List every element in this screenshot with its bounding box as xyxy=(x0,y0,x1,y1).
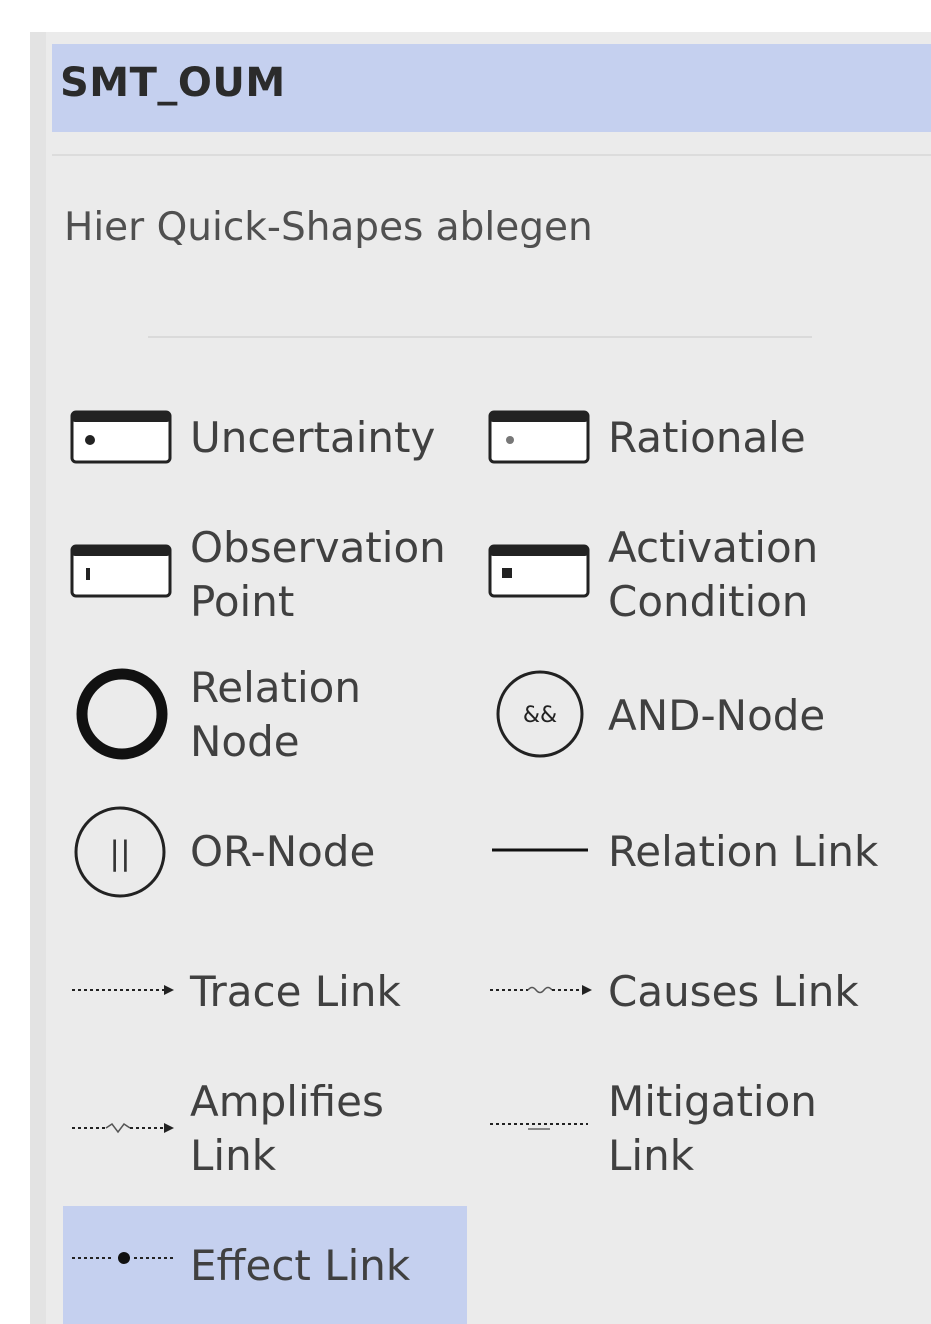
shape-rationale[interactable]: Rationale xyxy=(486,400,906,480)
dotted-wavy-arrow-icon xyxy=(490,985,592,995)
rationale-card-icon xyxy=(488,410,590,464)
shape-uncertainty[interactable]: Uncertainty xyxy=(66,400,466,480)
or-node-circle-icon: || xyxy=(74,806,166,898)
quick-shapes-drop-hint: Hier Quick-Shapes ablegen xyxy=(64,205,593,250)
shape-amplifies-link[interactable]: Amplifies Link xyxy=(66,1074,466,1184)
shape-label: Amplifies xyxy=(190,1077,384,1126)
shape-and-node[interactable]: && AND-Node xyxy=(486,660,906,770)
shape-label-line2: Link xyxy=(190,1131,277,1180)
shape-label: OR-Node xyxy=(190,827,376,876)
relation-node-circle-icon xyxy=(76,668,168,760)
dotted-mitigation-line-icon xyxy=(490,1123,588,1130)
observation-point-card-icon xyxy=(70,544,172,598)
and-node-circle-icon: && xyxy=(496,670,584,758)
dotted-dot-link-icon xyxy=(72,1252,174,1264)
shape-label: Relation Link xyxy=(608,827,879,876)
activation-condition-card-icon xyxy=(488,544,590,598)
shape-observation-point[interactable]: Observation Point xyxy=(66,520,466,630)
shape-or-node[interactable]: || OR-Node xyxy=(66,800,466,900)
shape-label: Observation xyxy=(190,523,446,572)
shape-label: AND-Node xyxy=(608,691,826,740)
shape-label-line2: Point xyxy=(190,577,295,626)
shape-label-line2: Condition xyxy=(608,577,809,626)
quick-shapes-divider xyxy=(148,336,812,338)
shape-trace-link[interactable]: Trace Link xyxy=(66,940,466,1040)
dotted-arrow-icon xyxy=(72,985,174,995)
shape-activation-condition[interactable]: Activation Condition xyxy=(486,520,906,630)
and-node-glyph: && xyxy=(523,703,557,728)
header-divider xyxy=(52,154,931,156)
shape-effect-link[interactable]: Effect Link xyxy=(66,1214,466,1314)
stencil-title: SMT_OUM xyxy=(60,60,286,106)
shape-label: Effect Link xyxy=(190,1241,411,1290)
dotted-amplify-arrow-icon xyxy=(72,1122,174,1134)
shape-relation-link[interactable]: Relation Link xyxy=(486,800,906,900)
uncertainty-card-icon xyxy=(70,410,172,464)
shape-label-line2: Node xyxy=(190,717,300,766)
pane-left-border xyxy=(30,32,46,1324)
shape-label: Rationale xyxy=(608,413,806,462)
shape-relation-node[interactable]: Relation Node xyxy=(66,660,466,770)
shape-mitigation-link[interactable]: Mitigation Link xyxy=(486,1074,906,1184)
shape-label: Activation xyxy=(608,523,819,572)
shape-label: Uncertainty xyxy=(190,413,436,462)
shape-label: Causes Link xyxy=(608,967,859,1016)
shape-label: Relation xyxy=(190,663,361,712)
shape-label: Trace Link xyxy=(190,967,401,1016)
shape-causes-link[interactable]: Causes Link xyxy=(486,940,906,1040)
shape-label-line2: Link xyxy=(608,1131,695,1180)
shape-label: Mitigation xyxy=(608,1077,817,1126)
solid-line-icon xyxy=(492,848,588,852)
or-node-glyph: || xyxy=(109,834,131,872)
